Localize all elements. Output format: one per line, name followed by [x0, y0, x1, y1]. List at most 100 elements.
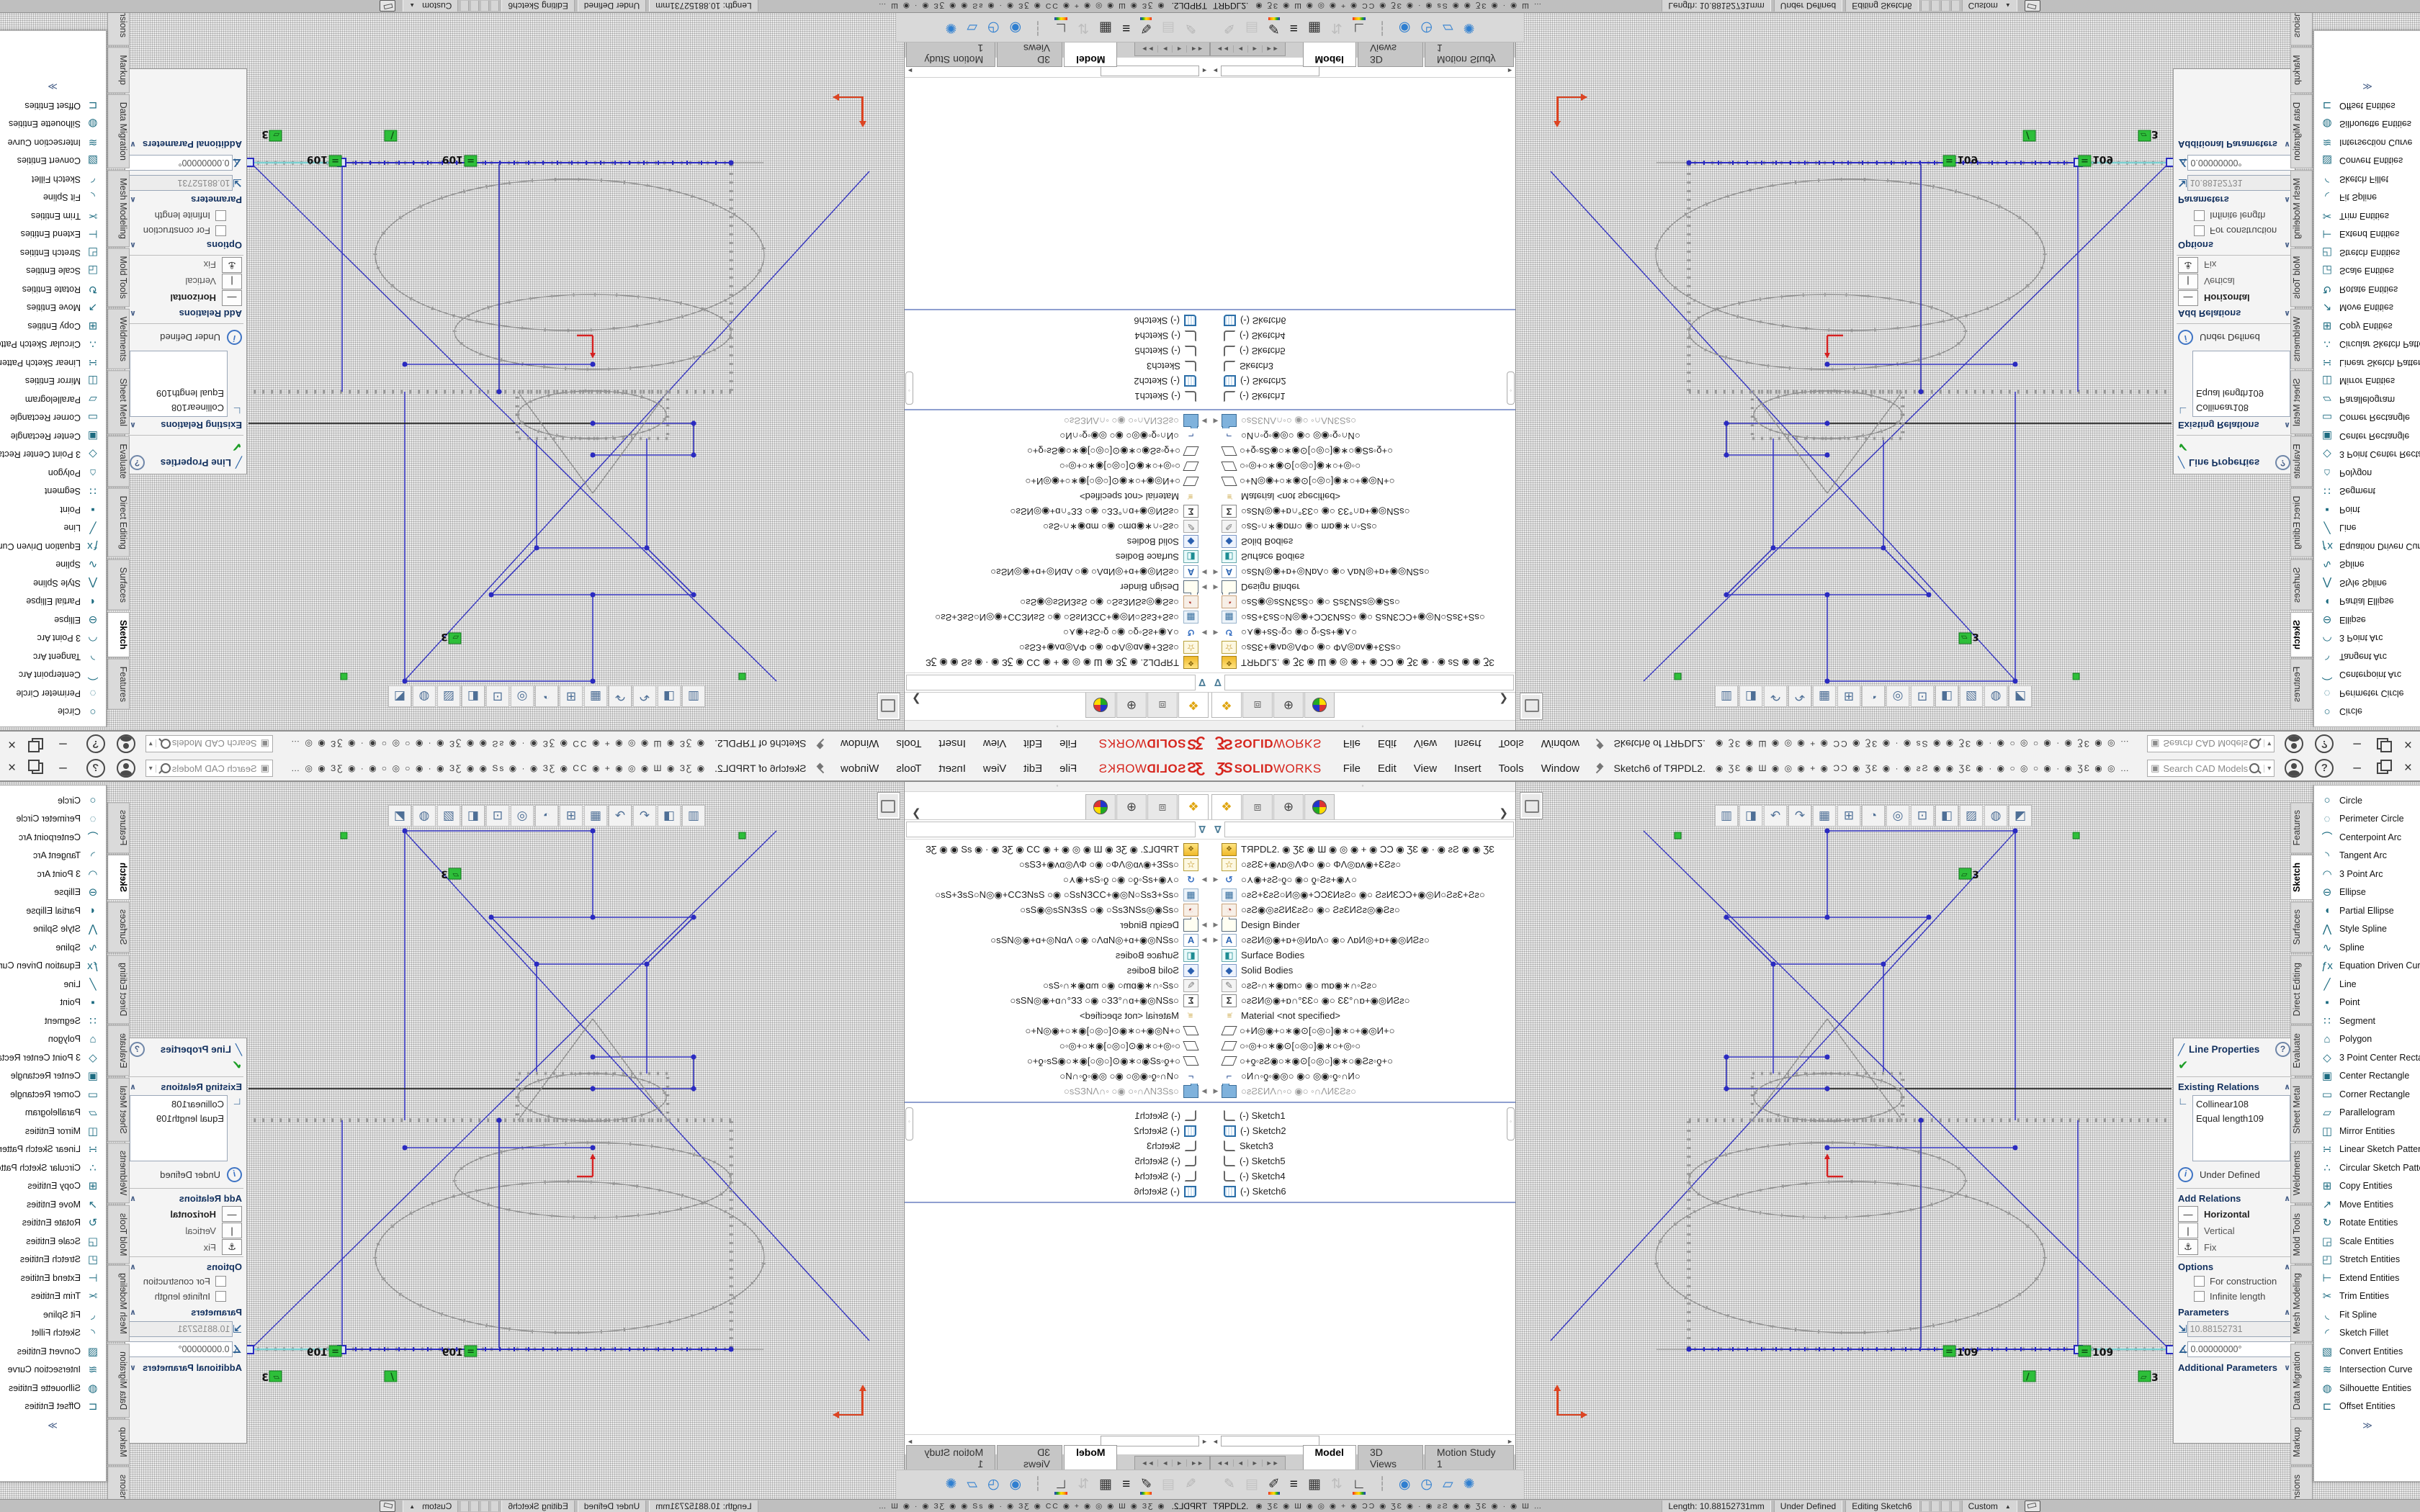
tool-menu-item[interactable]: ▱ Parallelogram [0, 1104, 106, 1122]
motion-toolbar-icon[interactable]: ▱ [1443, 1477, 1453, 1493]
desktop-shortcut-icon[interactable] [877, 693, 900, 720]
tool-menu-item[interactable]: ▪ Point [0, 994, 106, 1012]
tab-nav-icon[interactable]: ◄◄ [1186, 1459, 1207, 1467]
expand-chevron-icon[interactable]: ∨ [130, 140, 136, 149]
collapse-chevron-icon[interactable]: ∧ [2284, 240, 2290, 250]
tool-menu-item[interactable]: ⌂ Polygon [2314, 1030, 2420, 1049]
tool-menu-item[interactable]: ◫ Mirror Entities [2314, 1122, 2420, 1140]
menu-item[interactable]: Window [1533, 738, 1588, 750]
menu-more-chevron-icon[interactable]: ≫ [0, 81, 106, 92]
tool-menu-item[interactable]: ◍ Silhouette Entities [0, 115, 106, 134]
menu-item[interactable]: Insert [1446, 762, 1490, 775]
tree-row[interactable]: ▦ ○ƨƧ+ƐƨƧ○И◎◉+ƆƆƐИƨƧ○ ◉○ ƧƨИƐƆƆ+◉◎И○ƧƨƐ+… [905, 610, 1210, 625]
tree-row[interactable]: ▶ ↺ ○⋏◉+ƨƧ◦ƍ○ ◉○ ƍ◦Ƨƨ+◉⋏○ [1210, 872, 1515, 887]
graphics-area[interactable]: = 109 = 109 ∕ ▱ 3 ▱ 3 [247, 93, 872, 730]
tool-menu-item[interactable]: ⊢ Extend Entities [0, 225, 106, 244]
search-box[interactable]: ▣ Search CAD Models ▾ [2147, 760, 2275, 777]
feature-manager-tab[interactable]: ❖ [1178, 794, 1209, 819]
menu-item[interactable]: Tools [887, 762, 930, 775]
tree-row[interactable]: ◧ Surface Bodies [1210, 549, 1515, 564]
tool-menu-item[interactable]: ∺ Linear Sketch Pattern [2314, 354, 2420, 372]
search-icon[interactable] [161, 763, 171, 773]
tab-nav-icon[interactable]: ►► [1263, 1459, 1283, 1467]
tool-menu-item[interactable]: ∴ Circular Sketch Pattern [2314, 1158, 2420, 1177]
tool-menu-item[interactable]: ↗ Move Entities [2314, 1195, 2420, 1214]
tool-menu-item[interactable]: ◲ Scale Entities [0, 1232, 106, 1251]
checkbox[interactable] [215, 1276, 226, 1287]
motion-toolbar-icon[interactable]: ✎ [1185, 19, 1196, 35]
tool-menu-item[interactable]: ⊖ Ellipse [0, 883, 106, 902]
search-dropdown-caret-icon[interactable]: ▾ [149, 765, 156, 773]
tool-menu-item[interactable]: ◌ Perimeter Circle [2314, 684, 2420, 703]
menu-item[interactable]: File [1335, 738, 1369, 750]
angle-input[interactable] [2187, 155, 2295, 171]
tab-nav-icon[interactable]: ◄ [1234, 45, 1248, 53]
quick-access-toolbar-glyphs[interactable]: ◉ ƷƐ ◉ Ш ◉ ◎ ◉ + ◉ ƆƆ ◉ ƷƐ ◉ · ◉ ƨƧ ◉ ◉ … [1716, 763, 2143, 773]
tool-menu-item[interactable]: ◇ 3 Point Center Recta... [0, 1048, 106, 1067]
command-tab[interactable]: Weldments [2290, 308, 2313, 369]
scroll-right-icon[interactable]: ► [1505, 1438, 1515, 1445]
feature-manager-tab[interactable] [1304, 693, 1335, 718]
tree-row[interactable]: ☆ ○ƨƧƐ+◉ʌɒ◎ΛΦ○ ◉○ ΦΛ◎ɒʌ◉+ƐƧƨ○ [1210, 857, 1515, 872]
tool-menu-item[interactable]: ⌂ Polygon [0, 464, 106, 482]
sketch-row[interactable]: (-) Sketch6 [1210, 313, 1515, 328]
command-tab[interactable]: Sheet Metal [107, 1078, 130, 1142]
feature-manager-tab[interactable]: ❖ [1211, 693, 1242, 718]
scroll-right-icon[interactable]: ► [1505, 68, 1515, 75]
tab-nav-icon[interactable]: ►► [1138, 45, 1158, 53]
rollback-bar-end[interactable] [905, 309, 1210, 310]
tree-row[interactable]: ▶ ↺ ○⋏◉+ƨƧ◦ƍ○ ◉○ ƍ◦Ƨƨ+◉⋏○ [905, 872, 1210, 887]
tree-filter-input[interactable] [1224, 675, 1514, 690]
document-tab[interactable]: 3D Views [997, 42, 1062, 67]
tree-scrollbar-thumb[interactable] [1507, 1107, 1515, 1140]
tree-row[interactable]: ○+И◎◉+○∗◉⊙[○◎○]◉∗○+◉◎И+○ [1210, 1023, 1515, 1038]
tree-expand-arrow-icon[interactable]: ▶ [1198, 568, 1210, 576]
tool-menu-item[interactable]: ⊖ Ellipse [0, 611, 106, 629]
relation-button-icon[interactable]: — [222, 290, 242, 306]
tool-menu-item[interactable]: ≋ Intersection Curve [0, 1361, 106, 1380]
tab-nav-icon[interactable]: ► [1157, 1459, 1172, 1467]
menu-item[interactable]: Edit [1369, 738, 1405, 750]
tree-row[interactable]: ◆ Solid Bodies [1210, 963, 1515, 978]
feature-manager-tab[interactable]: ⧈ [1242, 693, 1273, 718]
collapse-chevron-icon[interactable]: ∧ [2284, 195, 2290, 204]
tree-row[interactable]: ○◦◎+○∗◉⊙[○◎○]◉∗○+◎◦○ [1210, 459, 1515, 474]
collapse-chevron-icon[interactable]: ∧ [130, 420, 136, 430]
feature-manager-tab[interactable] [1085, 794, 1116, 819]
motion-toolbar-icon[interactable]: ≡ [1290, 1477, 1298, 1493]
tree-row[interactable]: ◔ ○ƨƧ◉◎ƨƧИƐƨƧ○ ◉○ ƧƨƐИƧƨ◎◉Ƨƨ○ [1210, 595, 1515, 610]
tool-menu-item[interactable]: ▱ Parallelogram [2314, 390, 2420, 409]
tool-menu-item[interactable]: ▪ Point [2314, 500, 2420, 519]
tree-expand-arrow-icon[interactable]: ▶ [1210, 936, 1222, 944]
tool-menu-item[interactable]: ○ Circle [0, 703, 106, 721]
tree-row[interactable]: ✎ ○ƨƧ◦∩∗◉ɒm○ ◉○ mɒ◉∗∩◦Ƨƨ○ [1210, 978, 1515, 993]
document-tab[interactable]: 3D Views [1358, 1445, 1423, 1470]
sketch-row[interactable]: Sketch3 [1210, 1138, 1515, 1153]
stamp-icon[interactable] [2025, 0, 2040, 12]
restore-button[interactable] [2377, 738, 2388, 750]
tool-menu-item[interactable]: ◲ Scale Entities [2314, 1232, 2420, 1251]
relations-listbox[interactable]: Collinear108 Equal length109 [130, 1095, 228, 1161]
command-tab[interactable]: Surfaces [107, 901, 130, 953]
tool-menu-item[interactable]: ✂ Trim Entities [2314, 207, 2420, 225]
tool-menu-item[interactable]: ◠ 3 Point Arc [2314, 629, 2420, 648]
command-tab[interactable]: Markup [107, 1419, 130, 1465]
tool-menu-item[interactable]: ◟ Fit Spline [2314, 189, 2420, 207]
collapse-chevron-icon[interactable]: ∧ [2284, 1194, 2290, 1203]
tool-menu-item[interactable]: ⋀ Style Spline [0, 920, 106, 939]
menu-item[interactable]: Edit [1015, 738, 1051, 750]
sketch-row[interactable]: (-) Sketch2 [905, 1123, 1210, 1138]
tree-row[interactable]: Σ ○ƨƧИ◎◉+ɒ∩°ƐƐ○ ◉○ ƐƐ°∩ɒ+◉◎ИƧƨ○ [1210, 993, 1515, 1008]
length-input[interactable] [2187, 175, 2295, 191]
length-input[interactable] [125, 1321, 233, 1337]
minimize-button[interactable]: – [59, 760, 67, 776]
tabs-expand-chevron-icon[interactable]: ❯ [912, 693, 921, 706]
panel-grip[interactable]: ◦ [1210, 782, 1515, 792]
tool-menu-item[interactable]: ◫ Mirror Entities [2314, 372, 2420, 391]
tool-menu-item[interactable]: ⌒ Centerpoint Arc [0, 666, 106, 685]
motion-toolbar-icon[interactable]: ◷ [1420, 1477, 1433, 1493]
tool-menu-item[interactable]: ◟ Fit Spline [0, 189, 106, 207]
tool-menu-item[interactable]: ∿ Spline [2314, 938, 2420, 957]
close-button[interactable]: × [8, 736, 16, 752]
command-tab[interactable]: Data Migration [2290, 94, 2313, 168]
